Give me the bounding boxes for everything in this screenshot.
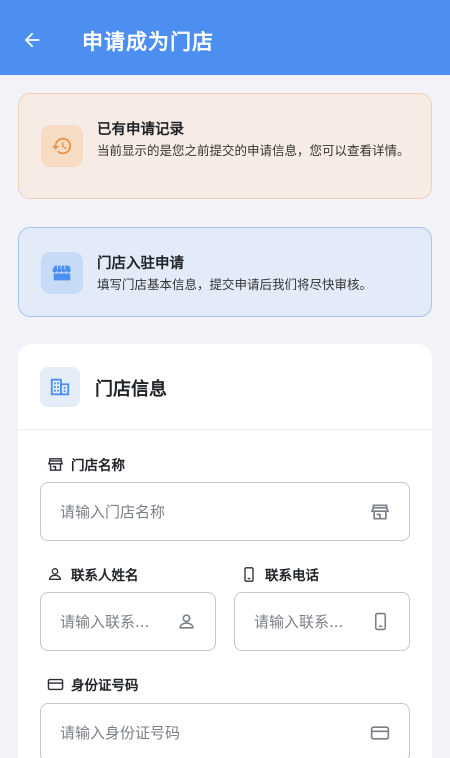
contact-name-label-text: 联系人姓名 (71, 568, 139, 584)
person-icon (175, 611, 197, 633)
join-notice-card: 门店入驻申请 填写门店基本信息，提交申请后我们将尽快审核。 (18, 227, 432, 317)
page-title: 申请成为门店 (82, 30, 214, 54)
card-icon (46, 675, 64, 693)
contact-phone-label-text: 联系电话 (265, 568, 319, 584)
phone-icon (369, 611, 391, 633)
contact-phone-field[interactable] (234, 592, 410, 651)
store-name-input[interactable] (60, 483, 360, 540)
building-icon (40, 367, 80, 407)
app-bar: 申请成为门店 (0, 0, 450, 75)
store-name-label-text: 门店名称 (71, 458, 125, 474)
history-notice-title: 已有申请记录 (97, 122, 184, 138)
id-number-input[interactable] (60, 704, 360, 758)
phone-icon (240, 565, 258, 583)
contact-name-field[interactable] (40, 592, 216, 651)
store-info-header: 门店信息 (18, 344, 432, 430)
contact-name-label: 联系人姓名 (46, 564, 139, 584)
store-icon (41, 252, 83, 294)
contact-phone-input[interactable] (254, 593, 366, 650)
join-notice-description: 填写门店基本信息，提交申请后我们将尽快审核。 (97, 277, 373, 292)
arrow-left-icon (24, 32, 40, 48)
history-notice-card: 已有申请记录 当前显示的是您之前提交的申请信息，您可以查看详情。 (18, 93, 432, 199)
contact-phone-label: 联系电话 (240, 564, 319, 584)
storefront-icon (369, 501, 391, 523)
storefront-icon (46, 455, 64, 473)
card-icon (369, 722, 391, 744)
store-name-label: 门店名称 (46, 454, 125, 474)
history-notice-description: 当前显示的是您之前提交的申请信息，您可以查看详情。 (97, 143, 410, 158)
store-name-field[interactable] (40, 482, 410, 541)
join-notice-title: 门店入驻申请 (97, 256, 184, 272)
id-number-label: 身份证号码 (46, 674, 139, 694)
store-info-title: 门店信息 (95, 379, 167, 400)
id-number-field[interactable] (40, 703, 410, 758)
id-number-label-text: 身份证号码 (71, 678, 139, 694)
contact-name-input[interactable] (60, 593, 172, 650)
back-button[interactable] (16, 24, 48, 56)
person-icon (46, 565, 64, 583)
store-info-card: 门店信息 门店名称 联系人姓名 (18, 344, 432, 758)
history-icon (41, 125, 83, 167)
